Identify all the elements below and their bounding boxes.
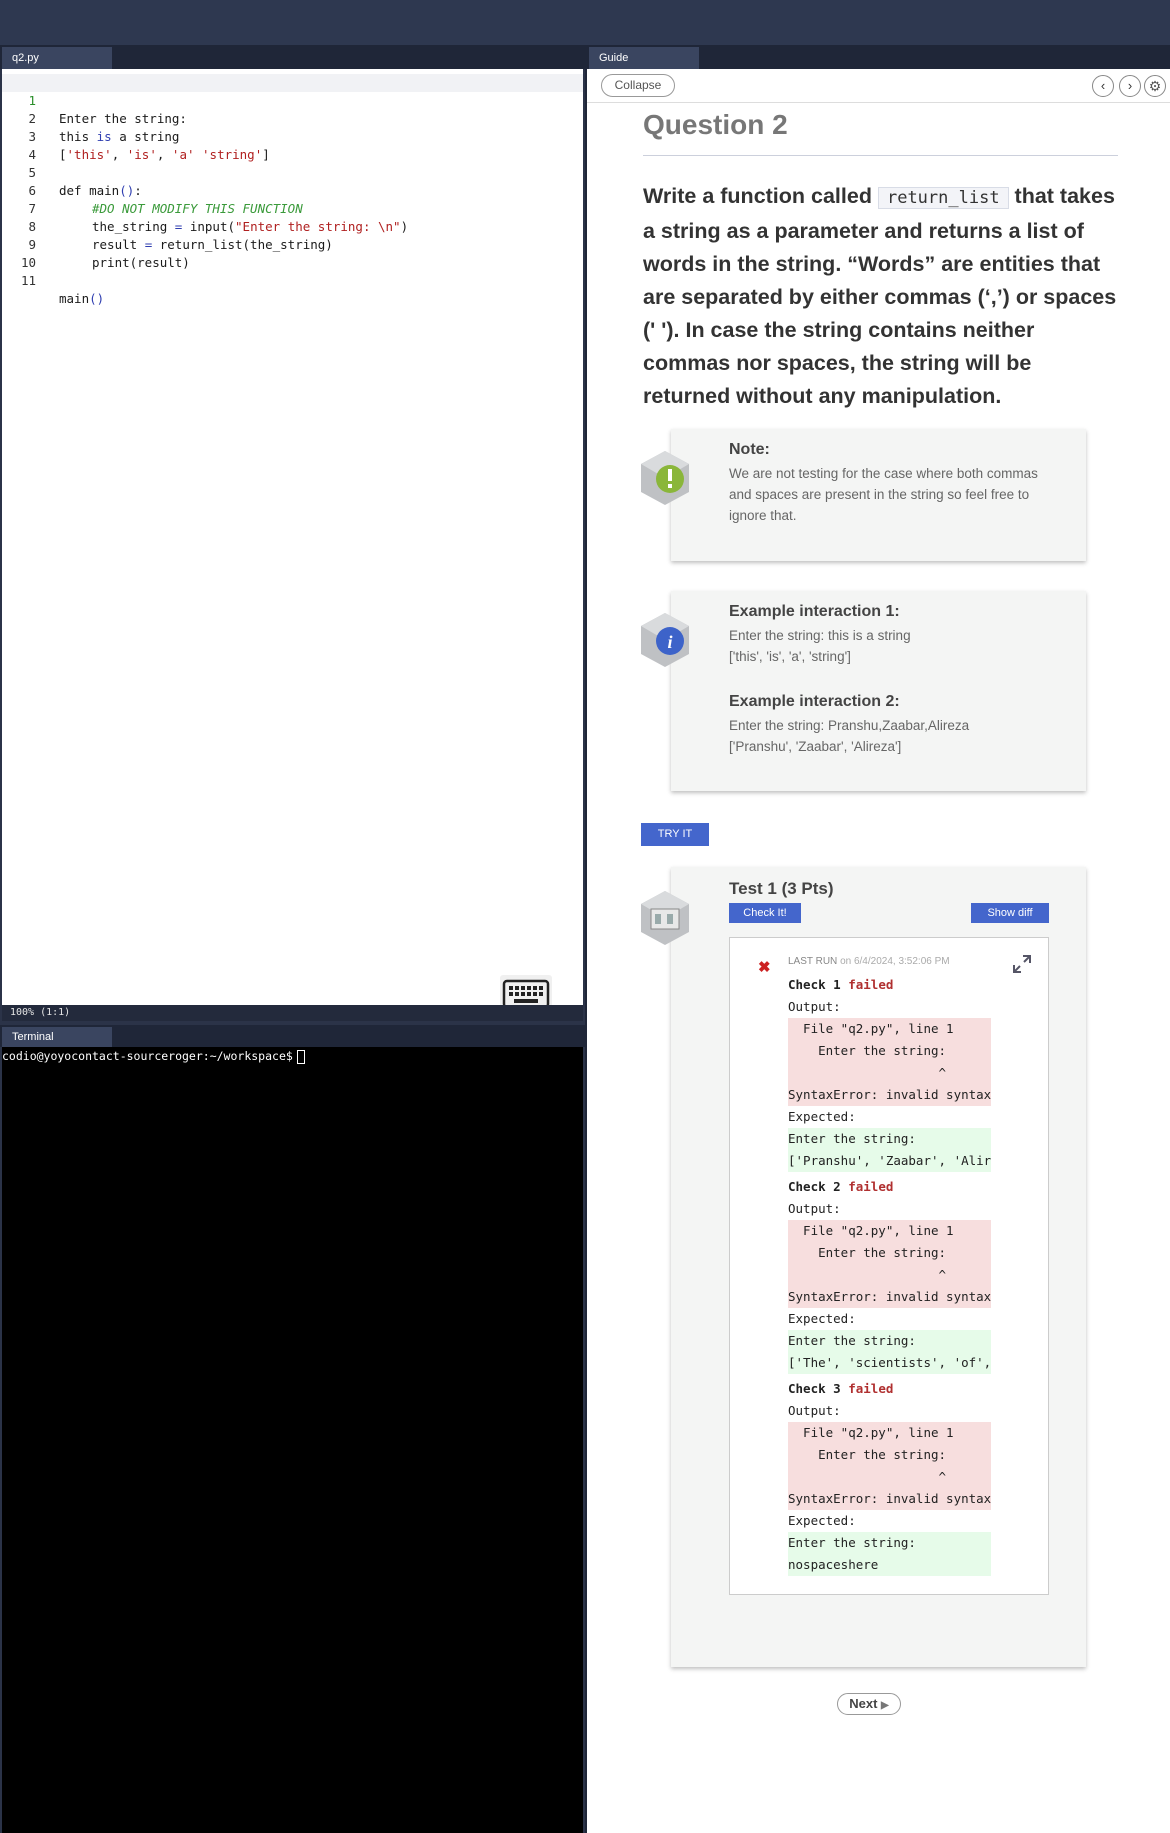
example-card: i Example interaction 1: Enter the strin… xyxy=(641,591,1086,791)
guide-toolbar: Collapse ‹ › ⚙ xyxy=(587,69,1170,103)
info-icon: i xyxy=(637,611,693,669)
guide-pane: Guide Collapse ‹ › ⚙ Question 2 Write a … xyxy=(585,45,1170,1833)
editor-tab-bar: q2.py xyxy=(0,45,585,69)
chevron-right-icon[interactable]: › xyxy=(1119,75,1141,97)
output-line: ^ xyxy=(788,1062,991,1084)
test-title: Test 1 (3 Pts) xyxy=(729,879,834,898)
check-heading: Check 3 failed xyxy=(788,1381,894,1396)
terminal-prompt: codio@yoyocontact-sourceroger:~/workspac… xyxy=(2,1049,293,1063)
expected-line: Enter the string: xyxy=(788,1532,991,1554)
output-label: Output: xyxy=(788,1403,841,1418)
output-line: SyntaxError: invalid syntax xyxy=(788,1488,991,1510)
output-line: SyntaxError: invalid syntax xyxy=(788,1286,991,1308)
terminal-tab-bar: Terminal xyxy=(0,1025,585,1047)
example-2-title: Example interaction 2: xyxy=(729,693,900,710)
code-line[interactable]: 1 Enter the string: xyxy=(2,74,583,126)
guide-tab-bar: Guide xyxy=(587,45,1170,69)
check-heading: Check 2 failed xyxy=(788,1179,894,1194)
collapse-button[interactable]: Collapse xyxy=(601,74,675,97)
expected-label: Expected: xyxy=(788,1513,856,1528)
test-card: Test 1 (3 Pts) Check It! Show diff ✖ LAS… xyxy=(641,867,1086,1667)
editor-pane: q2.py 1 Enter the string: 2 this is a st… xyxy=(0,45,585,1833)
expected-line: Enter the string: xyxy=(788,1128,991,1150)
code-editor[interactable]: 1 Enter the string: 2 this is a string 3… xyxy=(2,69,583,1013)
gear-icon[interactable]: ⚙ xyxy=(1144,75,1166,97)
next-button[interactable]: Next ▶ xyxy=(837,1693,901,1715)
line-number: 11 xyxy=(20,273,36,288)
note-text: We are not testing for the case where bo… xyxy=(729,466,1038,523)
output-line: File "q2.py", line 1 xyxy=(788,1422,991,1444)
try-it-button[interactable]: TRY IT xyxy=(641,823,709,846)
page-title: Question 2 xyxy=(643,109,788,140)
output-label: Output: xyxy=(788,1201,841,1216)
example-2-output: ['Pranshu', 'Zaabar', 'Alireza'] xyxy=(729,739,902,754)
inline-code: return_list xyxy=(877,187,1009,209)
title-divider xyxy=(643,155,1118,156)
note-card: Note: We are not testing for the case wh… xyxy=(641,429,1086,561)
code-line[interactable]: 9 print(result) xyxy=(2,218,583,270)
warning-icon xyxy=(637,449,693,507)
check-heading: Check 1 failed xyxy=(788,977,894,992)
expected-line: Enter the string: xyxy=(788,1330,991,1352)
file-tab[interactable]: q2.py xyxy=(2,47,112,69)
last-run-label: LAST RUN xyxy=(788,956,838,967)
code-text: main() xyxy=(59,291,105,306)
expected-line: nospaceshere xyxy=(788,1554,991,1576)
example-1-output: ['this', 'is', 'a', 'string'] xyxy=(729,649,851,664)
output-line: File "q2.py", line 1 xyxy=(788,1220,991,1242)
expected-line: ['Pranshu', 'Zaabar', 'Alir xyxy=(788,1150,991,1172)
guide-tab[interactable]: Guide xyxy=(589,47,699,69)
chevron-left-icon[interactable]: ‹ xyxy=(1092,75,1114,97)
last-run-time: on 6/4/2024, 3:52:06 PM xyxy=(840,956,950,967)
expected-line: ['The', 'scientists', 'of', xyxy=(788,1352,991,1374)
show-diff-button[interactable]: Show diff xyxy=(971,903,1049,923)
question-text: Write a function called return_list that… xyxy=(643,180,1118,413)
example-1-input: Enter the string: this is a string xyxy=(729,628,911,643)
code-line[interactable]: 6 #DO NOT MODIFY THIS FUNCTION xyxy=(2,164,583,216)
output-label: Output: xyxy=(788,999,841,1014)
code-line[interactable]: 5 def main(): xyxy=(2,146,583,198)
terminal-cursor xyxy=(296,1049,305,1064)
output-line: ^ xyxy=(788,1466,991,1488)
top-bar xyxy=(0,0,1170,45)
example-1-title: Example interaction 1: xyxy=(729,603,900,620)
test-results: ✖ LAST RUN on 6/4/2024, 3:52:06 PM Check… xyxy=(729,937,1049,1595)
code-line[interactable]: 8 result = return_list(the_string) xyxy=(2,200,583,252)
svg-text:i: i xyxy=(667,632,672,652)
play-icon: ▶ xyxy=(881,1700,889,1711)
terminal[interactable]: codio@yoyocontact-sourceroger:~/workspac… xyxy=(2,1047,583,1833)
code-line[interactable]: 7 the_string = input("Enter the string: … xyxy=(2,182,583,234)
question-text-part: Write a function called xyxy=(643,184,872,208)
expected-label: Expected: xyxy=(788,1311,856,1326)
code-line[interactable]: 4 xyxy=(2,128,583,162)
terminal-tab[interactable]: Terminal xyxy=(2,1027,112,1047)
output-line: Enter the string: xyxy=(788,1242,991,1264)
editor-status-bar: 100% (1:1) xyxy=(2,1005,583,1021)
fail-x-icon: ✖ xyxy=(758,959,771,976)
next-label: Next xyxy=(849,1696,878,1711)
output-line: Enter the string: xyxy=(788,1444,991,1466)
note-title: Note: xyxy=(729,441,770,458)
last-run: LAST RUN on 6/4/2024, 3:52:06 PM xyxy=(788,956,950,967)
question-text-part: that takes a string as a parameter and r… xyxy=(643,184,1117,408)
code-line[interactable]: 11 main() xyxy=(2,254,583,306)
output-line: Enter the string: xyxy=(788,1040,991,1062)
output-line: File "q2.py", line 1 xyxy=(788,1018,991,1040)
output-line: SyntaxError: invalid syntax xyxy=(788,1084,991,1106)
check-it-button[interactable]: Check It! xyxy=(729,903,801,923)
code-line[interactable]: 10 xyxy=(2,236,583,270)
test-station-icon xyxy=(637,889,693,947)
code-line[interactable]: 3 ['this', 'is', 'a' 'string'] xyxy=(2,110,583,162)
example-2-input: Enter the string: Pranshu,Zaabar,Alireza xyxy=(729,718,970,733)
output-line: ^ xyxy=(788,1264,991,1286)
code-line[interactable]: 2 this is a string xyxy=(2,92,583,144)
expected-label: Expected: xyxy=(788,1109,856,1124)
expand-icon[interactable] xyxy=(1012,954,1032,974)
